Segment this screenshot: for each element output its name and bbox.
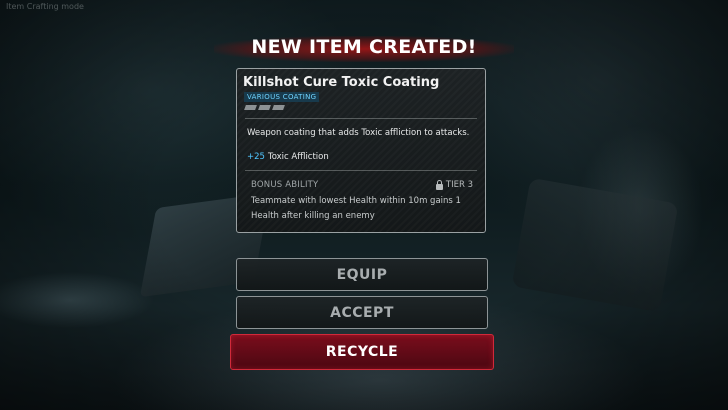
item-name: Killshot Cure Toxic Coating <box>243 75 440 90</box>
slot-indicator <box>258 105 271 110</box>
slot-indicator <box>272 105 285 110</box>
item-card: Killshot Cure Toxic Coating VARIOUS COAT… <box>236 68 486 233</box>
background-object <box>511 177 679 313</box>
stat-value: +25 <box>247 152 265 162</box>
divider <box>245 170 477 171</box>
slot-indicator <box>244 105 257 110</box>
accept-button[interactable]: ACCEPT <box>236 296 488 329</box>
tier-indicator: TIER 3 <box>435 179 473 190</box>
item-stat: +25 Toxic Affliction <box>247 152 329 162</box>
bonus-ability-label: BONUS ABILITY <box>251 180 319 190</box>
equip-button[interactable]: EQUIP <box>236 258 488 291</box>
divider <box>245 118 477 119</box>
item-slots <box>244 105 285 110</box>
page-title: NEW ITEM CREATED! <box>251 36 477 58</box>
lock-icon <box>435 179 443 190</box>
top-hint-text: Item Crafting mode <box>6 2 84 11</box>
tier-label: TIER 3 <box>445 180 473 190</box>
stat-name: Toxic Affliction <box>267 152 329 162</box>
bonus-ability-text: Teammate with lowest Health within 10m g… <box>251 196 461 221</box>
game-screen: Item Crafting mode NEW ITEM CREATED! Kil… <box>0 0 728 410</box>
item-description: Weapon coating that adds Toxic afflictio… <box>247 128 470 138</box>
item-type-badge: VARIOUS COATING <box>244 92 320 102</box>
recycle-button[interactable]: RECYCLE <box>230 334 494 370</box>
